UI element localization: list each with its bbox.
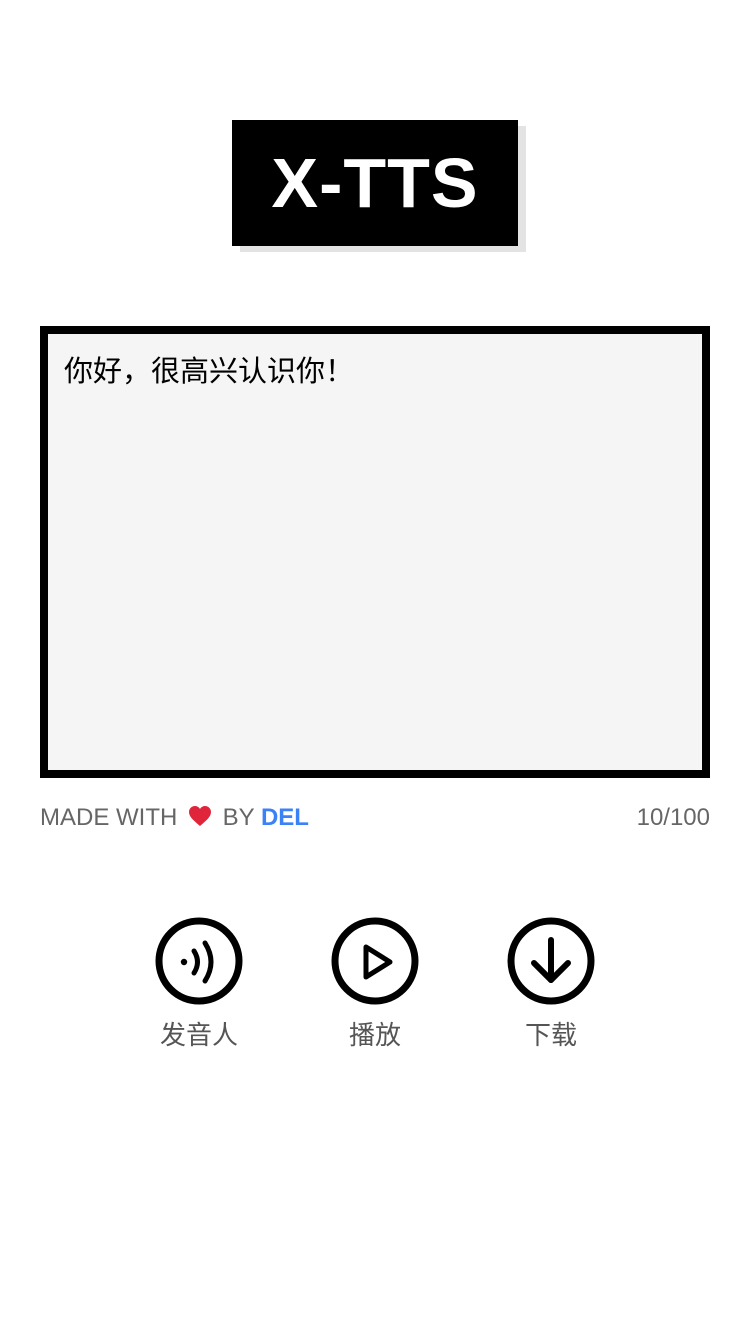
play-button[interactable]: 播放 — [315, 916, 435, 1056]
speaker-button-label: 发音人 — [159, 1021, 238, 1051]
download-button-label: 下载 — [524, 1021, 577, 1051]
text-input-container: 你好，很高兴认识你！ — [40, 326, 710, 778]
speaker-button[interactable]: 发音人 — [139, 916, 259, 1056]
tts-text-input[interactable]: 你好，很高兴认识你！ — [64, 352, 686, 754]
credit-line: MADE WITH BY DEL — [40, 802, 309, 834]
action-bar: 发音人 播放 下载 — [0, 916, 750, 1066]
char-counter: 10/100 — [636, 804, 710, 831]
app-logo: X-TTS — [232, 120, 526, 252]
download-button[interactable]: 下载 — [491, 916, 611, 1056]
author-link[interactable]: DEL — [261, 804, 309, 831]
play-icon — [331, 917, 419, 1005]
credit-prefix: MADE WITH — [40, 804, 178, 831]
play-button-label: 播放 — [348, 1021, 401, 1051]
credit-by: BY — [222, 804, 255, 831]
speaker-waves-icon — [155, 917, 243, 1005]
download-icon — [507, 917, 595, 1005]
logo-title: X-TTS — [232, 120, 518, 246]
heart-icon — [188, 804, 212, 836]
